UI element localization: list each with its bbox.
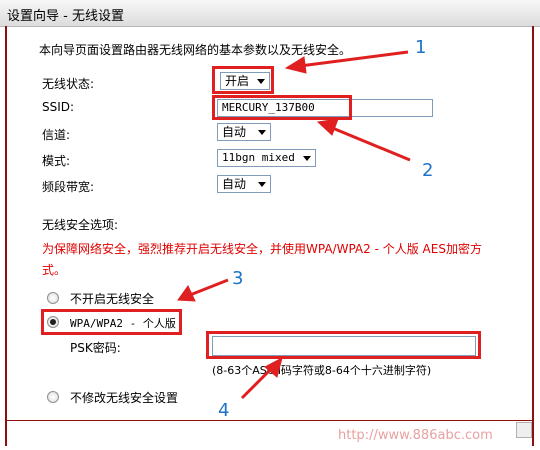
- annotation-number-2: 2: [422, 160, 434, 181]
- arrow-4-line: [240, 366, 274, 400]
- arrow-3-line: [189, 278, 229, 297]
- annotation-number-3: 3: [232, 268, 244, 289]
- annotation-number-1: 1: [415, 37, 427, 58]
- arrow-2-line: [329, 125, 411, 162]
- arrow-1-line: [299, 50, 409, 68]
- annotation-number-4: 4: [218, 400, 230, 421]
- arrow-2-head: [316, 118, 339, 136]
- arrow-1-head: [284, 56, 307, 74]
- annotation-arrows: [177, 50, 411, 400]
- scrollbar-corner: [516, 422, 532, 438]
- watermark-text: http://www.886abc.com: [338, 428, 493, 443]
